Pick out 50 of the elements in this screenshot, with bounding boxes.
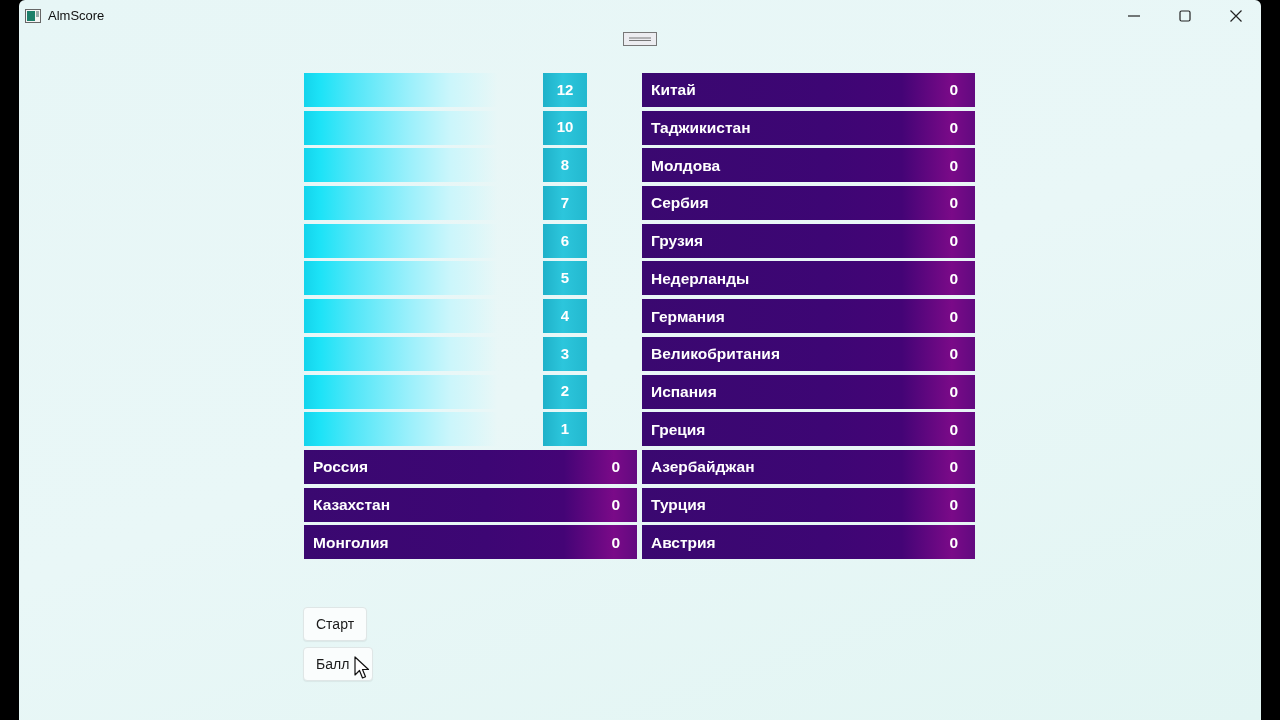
window-title: AlmScore: [48, 7, 105, 26]
country-name: Греция: [651, 419, 706, 440]
points-label: 4: [543, 299, 587, 334]
country-name: Недерланды: [651, 268, 750, 289]
points-button[interactable]: Балл: [303, 647, 373, 682]
mouse-pointer-icon: [354, 656, 370, 681]
app-icon: [25, 9, 41, 23]
country-name: Молдова: [651, 155, 721, 176]
score-value: 0: [949, 193, 958, 214]
score-value: 0: [611, 457, 620, 478]
country-name: Великобритания: [651, 344, 780, 365]
points-label: 6: [543, 223, 587, 258]
start-button[interactable]: Старт: [303, 607, 368, 642]
score-value: 0: [949, 381, 958, 402]
score-value: 0: [949, 494, 958, 515]
points-label: 12: [543, 73, 587, 107]
points-label: 3: [543, 336, 587, 371]
country-name: Турция: [651, 494, 706, 515]
drag-handle-icon[interactable]: [623, 32, 657, 46]
country-name: Казахстан: [313, 494, 390, 515]
country-name: Австрия: [651, 532, 716, 553]
country-name: Испания: [651, 381, 717, 402]
score-value: 0: [949, 268, 958, 289]
country-name: Грузия: [651, 231, 704, 252]
score-value: 0: [949, 306, 958, 327]
score-value: 0: [611, 532, 620, 553]
country-name: Таджикистан: [651, 118, 751, 139]
country-name: Азербайджан: [651, 457, 755, 478]
score-value: 0: [949, 155, 958, 176]
points-label: 10: [543, 110, 587, 145]
country-name: Россия: [313, 457, 369, 478]
country-name: Германия: [651, 306, 725, 327]
points-label: 5: [543, 261, 587, 296]
country-name: Китай: [651, 80, 696, 101]
points-label: 1: [543, 412, 587, 447]
score-value: 0: [949, 231, 958, 252]
maximize-icon: [1178, 10, 1191, 22]
country-name: Сербия: [651, 193, 709, 214]
points-label: 7: [543, 186, 587, 221]
score-value: 0: [949, 457, 958, 478]
close-icon: [1229, 10, 1242, 22]
score-value: 0: [949, 532, 958, 553]
points-label: 8: [543, 148, 587, 183]
score-value: 0: [611, 494, 620, 515]
points-label: 2: [543, 374, 587, 409]
score-value: 0: [949, 344, 958, 365]
score-value: 0: [949, 80, 958, 101]
score-value: 0: [949, 118, 958, 139]
score-value: 0: [949, 419, 958, 440]
country-name: Монголия: [313, 532, 389, 553]
